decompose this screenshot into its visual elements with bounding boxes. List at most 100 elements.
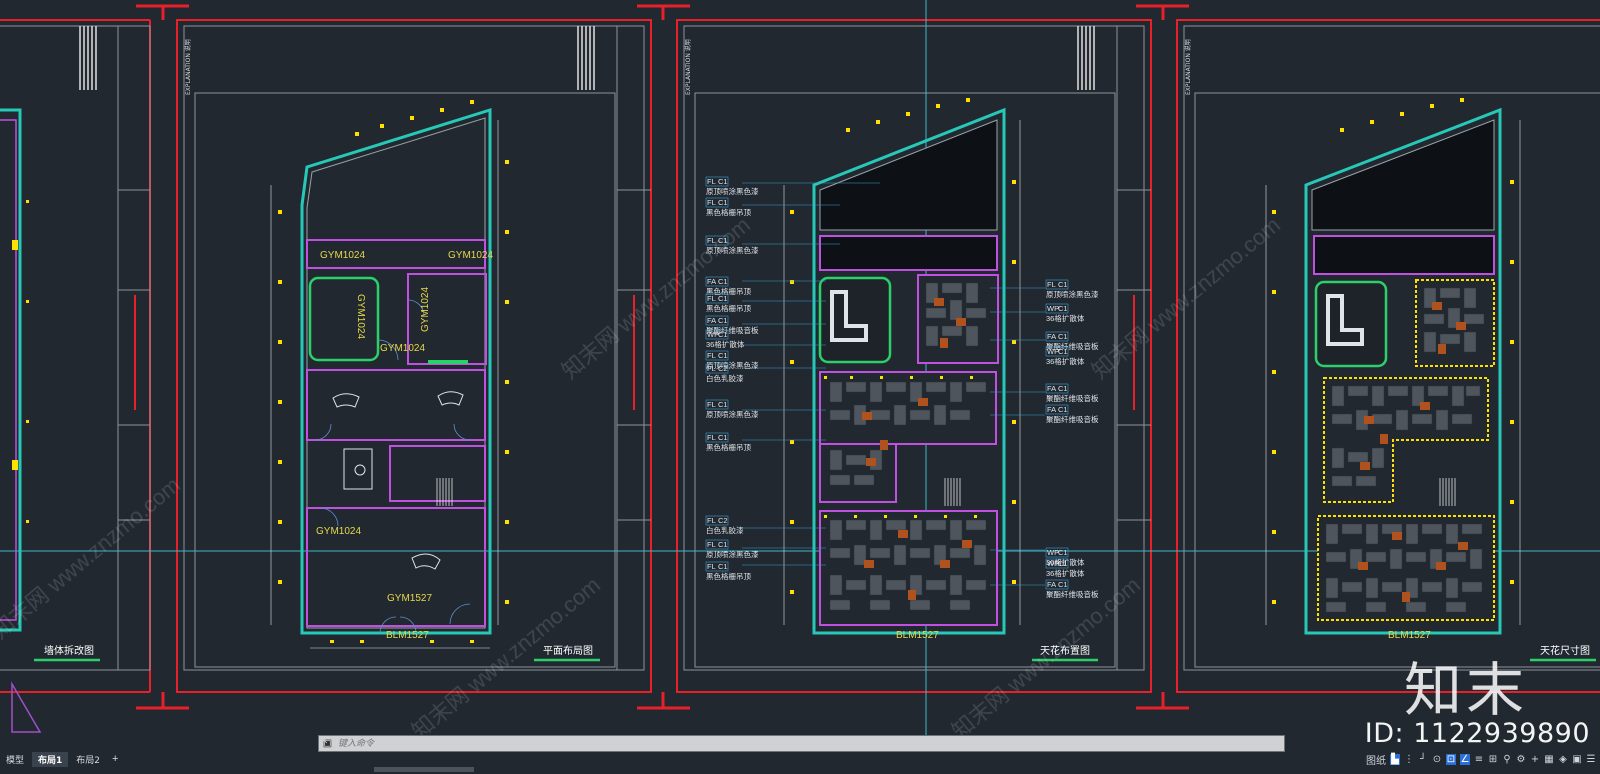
ortho-icon[interactable]: ┘	[1418, 754, 1428, 765]
legend-tag-text: 白色乳胶漆	[706, 373, 744, 383]
legend-tag-sub: C1	[1058, 347, 1068, 356]
legend-tag-text: 36格扩散体	[1046, 356, 1085, 366]
command-tools-icon[interactable]: ✕	[320, 736, 330, 750]
annotation-icon[interactable]: ⚲	[1502, 754, 1512, 765]
legend-tag-code: FA	[1047, 332, 1056, 341]
legend-tag-sub: C1	[1058, 304, 1068, 313]
legend-tag-text: 聚酯纤维吸音板	[1046, 414, 1099, 424]
layout-tabs: 模型 布局1 布局2 +	[0, 751, 122, 767]
legend-tag-sub: C1	[718, 330, 728, 339]
legend-tag-sub: C1	[718, 198, 728, 207]
legend-tag-code: FL	[707, 364, 716, 373]
legend-tag-code: FL	[707, 294, 716, 303]
legend-tag-sub: C1	[718, 540, 728, 549]
legend-tag-sub: C1	[1058, 548, 1068, 557]
legend-tag-text: 黑色格栅吊顶	[706, 303, 751, 313]
legend-tag-code: FA	[707, 316, 716, 325]
legend-tag-code: FL	[707, 516, 716, 525]
hardware-accel-icon[interactable]: ◈	[1558, 754, 1568, 765]
legend-tag-sub: C1	[1058, 280, 1068, 289]
legend-tag-sub: C1	[1058, 384, 1068, 393]
command-line[interactable]: ▣	[318, 735, 1285, 752]
svg-text:GYM1024: GYM1024	[420, 287, 431, 332]
status-bar: 图纸 ▙ ⋮ ┘ ⊙ ⊡ ∠ ≡ ⊞ ⚲ ⚙ + ▦ ◈ ▣ ☰	[1366, 751, 1600, 767]
tab-layout-1[interactable]: 布局1	[32, 751, 69, 767]
legend-tag-sub: C1	[718, 316, 728, 325]
legend-tag-code: FL	[707, 198, 716, 207]
legend-tag-sub: C1	[1058, 580, 1068, 589]
menu-icon[interactable]: ☰	[1586, 754, 1596, 765]
svg-text:墙体拆改图: 墙体拆改图	[44, 644, 94, 657]
legend-tag-text: 黑色格栅吊顶	[706, 571, 751, 581]
polar-icon[interactable]: ⊙	[1432, 754, 1442, 765]
legend-tag-text: 白色乳胶漆	[706, 525, 744, 535]
legend-tag-code: FA	[1047, 580, 1056, 589]
legend-tag-code: FA	[707, 277, 716, 286]
svg-text:BLM1527: BLM1527	[1388, 630, 1431, 641]
legend-tag-text: 36格扩散体	[1046, 568, 1085, 578]
legend-tag-sub: C1	[718, 277, 728, 286]
snap-icon[interactable]: ▙	[1390, 753, 1400, 765]
svg-text:GYM1024: GYM1024	[380, 343, 425, 354]
osnap-icon[interactable]: ⊡	[1446, 753, 1456, 765]
svg-text:BLM1527: BLM1527	[386, 630, 429, 641]
fullscreen-icon[interactable]: ▣	[1572, 754, 1582, 765]
paper-space-toggle[interactable]: 图纸	[1366, 752, 1386, 767]
legend-tag-code: FL	[1047, 280, 1056, 289]
selection-cycle-icon[interactable]: ⊞	[1488, 754, 1498, 765]
lineweight-icon[interactable]: ≡	[1474, 754, 1484, 765]
legend-tag-text: 聚酯纤维吸音板	[1046, 589, 1099, 599]
legend-tag-sub: C1	[1058, 332, 1068, 341]
svg-text:GYM1024: GYM1024	[316, 526, 361, 537]
svg-text:GYM1024: GYM1024	[448, 250, 493, 261]
image-id-label: ID: 1122939890	[1364, 718, 1590, 749]
workspace-icon[interactable]: ▦	[1544, 754, 1554, 765]
legend-tag-code: FA	[1047, 405, 1056, 414]
legend-tag-text: 原顶喷涂黑色漆	[706, 409, 759, 419]
legend-tag-sub: C1	[1058, 559, 1068, 568]
legend-tag-text: 黑色格栅吊顶	[706, 207, 751, 217]
legend-tag-code: FL	[707, 177, 716, 186]
legend-tag-code: FL	[707, 562, 716, 571]
plus-icon[interactable]: +	[1530, 754, 1540, 765]
legend-tag-text: 原顶喷涂黑色漆	[1046, 289, 1099, 299]
legend-tag-code: FL	[707, 540, 716, 549]
svg-text:平面布局图: 平面布局图	[543, 645, 593, 657]
otrack-icon[interactable]: ∠	[1460, 753, 1470, 765]
legend-tag-sub: C1	[718, 351, 728, 360]
legend-tag-sub: C1	[1058, 405, 1068, 414]
svg-text:天花尺寸图: 天花尺寸图	[1540, 644, 1590, 657]
legend-tag-code: FA	[1047, 384, 1056, 393]
legend-tag-sub: C1	[718, 562, 728, 571]
grid-icon[interactable]: ⋮	[1404, 754, 1414, 765]
legend-tag-text: 聚酯纤维吸音板	[1046, 393, 1099, 403]
cad-drawing-canvas[interactable]: EXPLANATION 说明 EXPLANATION 说明 EXPLANATIO…	[0, 0, 1600, 774]
legend-tag-code: FL	[707, 433, 716, 442]
legend-tag-sub: C2	[718, 516, 728, 525]
legend-tag-text: 原顶喷涂黑色漆	[706, 186, 759, 196]
legend-tag-sub: C1	[718, 400, 728, 409]
legend-tag-code: FL	[707, 351, 716, 360]
svg-text:BLM1527: BLM1527	[896, 630, 939, 641]
gear-icon[interactable]: ⚙	[1516, 754, 1526, 765]
brand-logo: 知末	[1404, 656, 1529, 724]
svg-text:GYM1024: GYM1024	[355, 294, 366, 339]
svg-text:GYM1024: GYM1024	[320, 250, 365, 261]
horizontal-scrollbar[interactable]	[374, 767, 474, 772]
legend-tag-text: 黑色格栅吊顶	[706, 442, 751, 452]
svg-text:GYM1527: GYM1527	[387, 593, 432, 604]
legend-tag-text: 原顶喷涂黑色漆	[706, 549, 759, 559]
legend-tag-text: 36格扩散体	[1046, 313, 1085, 323]
legend-tag-text: 36格扩散体	[706, 339, 745, 349]
legend-tag-code: FL	[707, 400, 716, 409]
legend-tag-sub: C1	[718, 177, 728, 186]
legend-tag-sub: C2	[718, 364, 728, 373]
legend-tag-sub: C1	[718, 294, 728, 303]
tab-layout-2[interactable]: 布局2	[70, 752, 106, 767]
command-input[interactable]	[334, 737, 1202, 750]
svg-text:EXPLANATION 说明: EXPLANATION 说明	[684, 39, 692, 95]
svg-text:EXPLANATION 说明: EXPLANATION 说明	[184, 39, 192, 95]
tab-model[interactable]: 模型	[0, 752, 30, 767]
add-layout-icon[interactable]: +	[108, 753, 122, 765]
svg-text:EXPLANATION 说明: EXPLANATION 说明	[1184, 39, 1192, 95]
